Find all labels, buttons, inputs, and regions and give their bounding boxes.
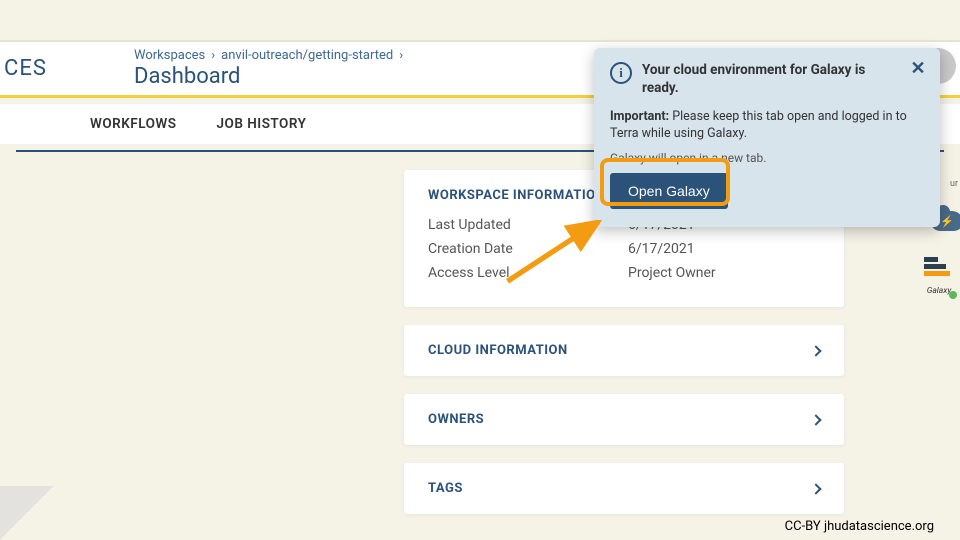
breadcrumbs: Workspaces › anvil-outreach/getting-star…: [114, 48, 403, 89]
notification-popup: ✕ i Your cloud environment for Galaxy is…: [594, 48, 940, 227]
info-value: Project Owner: [628, 265, 716, 281]
breadcrumb-separator: ›: [399, 48, 403, 63]
tab-job-history[interactable]: JOB HISTORY: [217, 116, 307, 132]
cloud-information-card[interactable]: CLOUD INFORMATION: [404, 325, 844, 376]
tags-card[interactable]: TAGS: [404, 463, 844, 514]
breadcrumb-row: Workspaces › anvil-outreach/getting-star…: [134, 48, 403, 63]
chevron-right-icon: [810, 483, 821, 494]
galaxy-label: Galaxy: [927, 286, 952, 296]
notification-title: Your cloud environment for Galaxy is rea…: [642, 62, 924, 97]
tags-title: TAGS: [428, 481, 463, 496]
info-value: 6/17/2021: [628, 241, 695, 257]
galaxy-app-icon[interactable]: Galaxy: [924, 257, 954, 297]
open-galaxy-button[interactable]: Open Galaxy: [610, 173, 728, 209]
notification-subtext: Galaxy will open in a new tab.: [610, 151, 924, 165]
owners-card[interactable]: OWNERS: [404, 394, 844, 445]
tab-workflows[interactable]: WORKFLOWS: [90, 116, 177, 132]
info-icon: i: [610, 62, 632, 84]
cloud-info-title: CLOUD INFORMATION: [428, 343, 568, 358]
notification-header: i Your cloud environment for Galaxy is r…: [610, 62, 924, 97]
brand-fragment: CES: [4, 56, 114, 81]
breadcrumb-path[interactable]: anvil-outreach/getting-started: [221, 48, 393, 63]
owners-title: OWNERS: [428, 412, 484, 427]
chevron-right-icon: [810, 414, 821, 425]
info-label: Creation Date: [428, 241, 628, 257]
status-dot-icon: [949, 291, 957, 299]
info-label: Access Level: [428, 265, 628, 281]
image-credit: CC-BY jhudatascience.org: [785, 519, 934, 534]
notification-body: Important: Please keep this tab open and…: [610, 109, 924, 143]
chevron-right-icon: [810, 345, 821, 356]
notification-important-label: Important:: [610, 109, 669, 124]
page-title: Dashboard: [134, 64, 403, 89]
breadcrumb-separator: ›: [211, 48, 215, 63]
info-row: Access Level Project Owner: [428, 265, 820, 281]
breadcrumb-workspaces[interactable]: Workspaces: [134, 48, 205, 63]
info-row: Creation Date 6/17/2021: [428, 241, 820, 257]
close-icon[interactable]: ✕: [908, 58, 928, 78]
page-fold-decoration: [0, 486, 54, 540]
